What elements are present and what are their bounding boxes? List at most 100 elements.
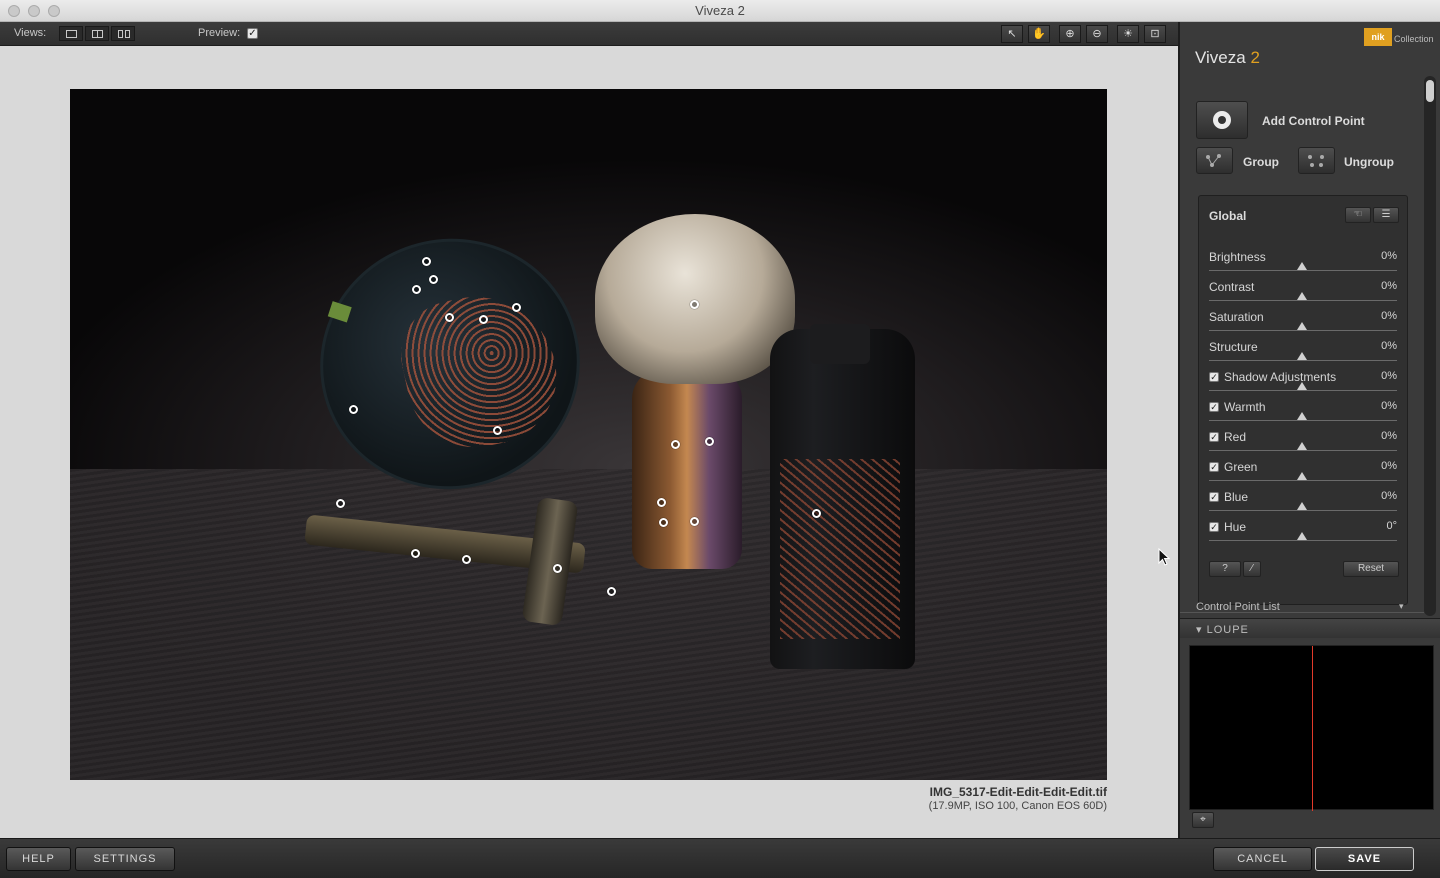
window-title: Viveza 2 — [695, 3, 745, 18]
slider-blue[interactable]: ✓ Blue 0% — [1209, 490, 1397, 520]
panel-title-version: 2 — [1250, 48, 1260, 67]
slider-knob[interactable] — [1297, 502, 1307, 510]
global-help-button[interactable]: ? — [1209, 561, 1241, 577]
ungroup-button[interactable] — [1298, 147, 1335, 174]
slider-knob[interactable] — [1297, 352, 1307, 360]
add-control-point-label: Add Control Point — [1262, 114, 1365, 128]
arrow-icon: ↖ — [1007, 28, 1017, 40]
pin-icon: ⌖ — [1200, 814, 1206, 825]
pointer-tool-button[interactable]: ↖ — [1001, 25, 1023, 43]
control-point[interactable] — [659, 518, 668, 527]
side-by-side-view-icon — [118, 30, 123, 38]
slider-shadow-adjustments[interactable]: ✓ Shadow Adjustments 0% — [1209, 370, 1397, 400]
slider-green[interactable]: ✓ Green 0% — [1209, 460, 1397, 490]
global-option-button-2[interactable]: ☰ — [1373, 207, 1399, 223]
hand-tool-button[interactable]: ✋ — [1028, 25, 1050, 43]
warmth-checkbox[interactable]: ✓ — [1209, 402, 1219, 412]
group-label: Group — [1243, 155, 1279, 169]
background-brightness-button[interactable]: ☀ — [1117, 25, 1139, 43]
view-split-button[interactable] — [85, 26, 109, 41]
control-point[interactable] — [690, 517, 699, 526]
control-point[interactable] — [690, 300, 699, 309]
mouse-cursor-icon — [1158, 548, 1170, 566]
expand-arrow-icon[interactable]: ▾ — [1399, 601, 1404, 612]
control-point[interactable] — [462, 555, 471, 564]
aftershave-bottle — [770, 324, 915, 669]
slider-knob[interactable] — [1297, 262, 1307, 270]
fit-to-window-button[interactable]: ⊡ — [1144, 25, 1166, 43]
control-point-icon — [1213, 111, 1231, 129]
loupe-pin-button[interactable]: ⌖ — [1192, 812, 1214, 828]
reset-button[interactable]: Reset — [1343, 561, 1399, 577]
ungroup-label: Ungroup — [1344, 155, 1394, 169]
control-point[interactable] — [553, 564, 562, 573]
loupe-toggle[interactable]: ▾ LOUPE — [1196, 623, 1249, 636]
image-canvas[interactable]: IMG_5317-Edit-Edit-Edit-Edit.tif (17.9MP… — [0, 46, 1178, 838]
slider-brightness[interactable]: Brightness 0% — [1209, 250, 1397, 280]
group-button[interactable] — [1196, 147, 1233, 174]
image-meta: (17.9MP, ISO 100, Canon EOS 60D) — [928, 800, 1107, 812]
control-point[interactable] — [812, 509, 821, 518]
slider-structure[interactable]: Structure 0% — [1209, 340, 1397, 370]
hue-checkbox[interactable]: ✓ — [1209, 522, 1219, 532]
image-filename: IMG_5317-Edit-Edit-Edit-Edit.tif — [929, 785, 1107, 799]
slider-knob[interactable] — [1297, 532, 1307, 540]
control-point[interactable] — [479, 315, 488, 324]
control-point[interactable] — [429, 275, 438, 284]
control-point[interactable] — [349, 405, 358, 414]
control-point[interactable] — [671, 440, 680, 449]
slider-knob[interactable] — [1297, 322, 1307, 330]
add-control-point-button[interactable] — [1196, 101, 1248, 139]
control-point[interactable] — [411, 549, 420, 558]
eyedropper-button[interactable]: ⁄ — [1243, 561, 1261, 577]
control-point[interactable] — [412, 285, 421, 294]
group-icon — [1206, 154, 1221, 167]
control-point[interactable] — [422, 257, 431, 266]
blue-checkbox[interactable]: ✓ — [1209, 492, 1219, 502]
slider-contrast[interactable]: Contrast 0% — [1209, 280, 1397, 310]
slider-knob[interactable] — [1297, 412, 1307, 420]
control-point[interactable] — [657, 498, 666, 507]
control-point[interactable] — [512, 303, 521, 312]
control-point[interactable] — [336, 499, 345, 508]
control-point[interactable] — [445, 313, 454, 322]
red-checkbox[interactable]: ✓ — [1209, 432, 1219, 442]
zoom-out-button[interactable]: ⊖ — [1086, 25, 1108, 43]
slider-red[interactable]: ✓ Red 0% — [1209, 430, 1397, 460]
slider-knob[interactable] — [1297, 442, 1307, 450]
settings-button[interactable]: SETTINGS — [75, 847, 175, 871]
shaving-brush — [595, 214, 795, 384]
slider-knob[interactable] — [1297, 292, 1307, 300]
photo-preview[interactable] — [70, 89, 1107, 780]
loupe-header[interactable]: ▾ LOUPE — [1180, 618, 1440, 638]
global-label: Global — [1209, 209, 1247, 223]
slider-hue[interactable]: ✓ Hue 0° — [1209, 520, 1397, 550]
slider-warmth[interactable]: ✓ Warmth 0% — [1209, 400, 1397, 430]
green-checkbox[interactable]: ✓ — [1209, 462, 1219, 472]
slider-knob[interactable] — [1297, 472, 1307, 480]
list-icon: ☰ — [1381, 209, 1391, 220]
cancel-button[interactable]: CANCEL — [1213, 847, 1312, 871]
global-option-button-1[interactable]: ☜ — [1345, 207, 1371, 223]
title-bar: Viveza 2 — [0, 0, 1440, 22]
preview-label: Preview: — [198, 27, 241, 39]
shadow-adjustments-checkbox[interactable]: ✓ — [1209, 372, 1219, 382]
panel-scrollbar[interactable] — [1424, 76, 1436, 616]
view-side-by-side-button[interactable] — [111, 26, 135, 41]
ungroup-icon — [1308, 155, 1324, 167]
global-adjustments: Global ☜ ☰ Brightness 0% Contrast 0% Sat… — [1198, 195, 1408, 605]
nik-logo: nik — [1364, 28, 1392, 46]
zoom-in-button[interactable]: ⊕ — [1059, 25, 1081, 43]
bottom-bar: HELP SETTINGS CANCEL SAVE — [0, 838, 1440, 878]
fit-window-icon: ⊡ — [1150, 28, 1160, 40]
slider-knob[interactable] — [1297, 382, 1307, 390]
view-single-button[interactable] — [59, 26, 83, 41]
control-point[interactable] — [493, 426, 502, 435]
preview-checkbox[interactable]: ✓ — [247, 28, 258, 39]
help-button[interactable]: HELP — [6, 847, 71, 871]
slider-saturation[interactable]: Saturation 0% — [1209, 310, 1397, 340]
control-point[interactable] — [607, 587, 616, 596]
scrollbar-thumb[interactable] — [1426, 80, 1434, 102]
save-button[interactable]: SAVE — [1315, 847, 1414, 871]
control-point[interactable] — [705, 437, 714, 446]
